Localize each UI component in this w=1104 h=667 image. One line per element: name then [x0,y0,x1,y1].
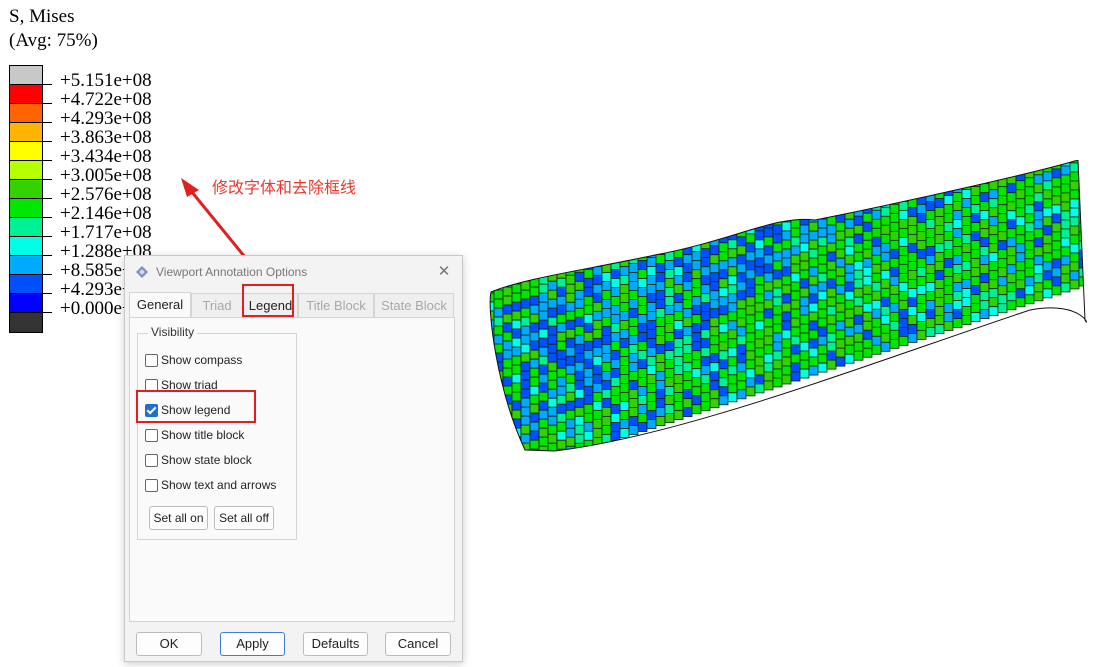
app-icon [135,265,149,282]
legend-tick [42,84,52,85]
legend-value: +1.717e+08 [60,222,152,243]
defaults-button[interactable]: Defaults [303,632,368,656]
legend-swatch [10,85,42,104]
checkbox-box[interactable] [145,454,158,467]
legend-swatch [10,294,42,313]
legend-swatch [10,313,42,332]
legend-tick [42,160,52,161]
checkbox-label: Show legend [161,403,231,417]
legend-color-bar [9,65,43,333]
set-all-on-button[interactable]: Set all on [149,506,208,530]
legend-swatch [10,161,42,180]
legend-value: +2.576e+08 [60,184,152,205]
legend-tick [42,179,52,180]
legend-tick [42,103,52,104]
checkbox-box[interactable] [145,429,158,442]
legend-tick [42,274,52,275]
checkbox-label: Show title block [161,428,245,442]
checkbox-label: Show triad [161,378,218,392]
apply-button[interactable]: Apply [220,632,285,656]
tab-general[interactable]: General [129,292,191,318]
tab-triad[interactable]: Triad [191,293,243,317]
legend-swatch [10,275,42,294]
legend-tick [42,293,52,294]
annotation-text: 修改字体和去除框线 [212,178,357,197]
legend-value: +3.434e+08 [60,146,152,167]
tab-state-block[interactable]: State Block [374,293,454,317]
legend-tick [42,122,52,123]
checkbox-label: Show compass [161,353,243,367]
checkbox-label: Show state block [161,453,252,467]
legend-swatch [10,218,42,237]
legend-subtitle: (Avg: 75%) [9,30,98,51]
set-all-off-button[interactable]: Set all off [214,506,274,530]
legend-swatch [10,142,42,161]
dialog-titlebar[interactable]: Viewport Annotation Options ✕ [125,256,462,288]
legend-swatch [10,123,42,142]
checkbox-box[interactable] [145,379,158,392]
legend-tick [42,255,52,256]
legend-swatch [10,237,42,256]
legend-value: +3.005e+08 [60,165,152,186]
checkbox-box-checked[interactable] [145,404,158,417]
legend-value: +5.151e+08 [60,70,152,91]
tab-title-block[interactable]: Title Block [298,293,374,317]
checkbox-box[interactable] [145,354,158,367]
dialog-title: Viewport Annotation Options [156,265,308,279]
visibility-group-label: Visibility [148,325,198,339]
checkbox-label: Show text and arrows [161,478,277,492]
legend-tick [42,198,52,199]
legend-value: +2.146e+08 [60,203,152,224]
legend-swatch [10,180,42,199]
mesh-cylinder-model[interactable] [485,160,1090,455]
close-icon[interactable]: ✕ [434,262,454,282]
legend-tick [42,217,52,218]
legend-tick [42,141,52,142]
legend-value: +3.863e+08 [60,127,152,148]
legend-swatch [10,199,42,218]
legend-value: +4.293e+08 [60,108,152,129]
visibility-group: Visibility Show compass Show triad Show … [137,325,297,540]
legend-swatch [10,66,42,85]
checkbox-box[interactable] [145,479,158,492]
viewport-annotation-options-dialog: Viewport Annotation Options ✕ General Tr… [124,255,463,662]
legend-value: +4.722e+08 [60,89,152,110]
ok-button[interactable]: OK [136,632,202,656]
legend-tick [42,312,52,313]
legend-swatch [10,104,42,123]
general-tab-panel: Visibility Show compass Show triad Show … [129,317,455,622]
tab-legend[interactable]: Legend [243,293,298,317]
legend-swatch [10,256,42,275]
legend-title: S, Mises [9,6,75,27]
legend-tick [42,236,52,237]
cancel-button[interactable]: Cancel [385,632,451,656]
